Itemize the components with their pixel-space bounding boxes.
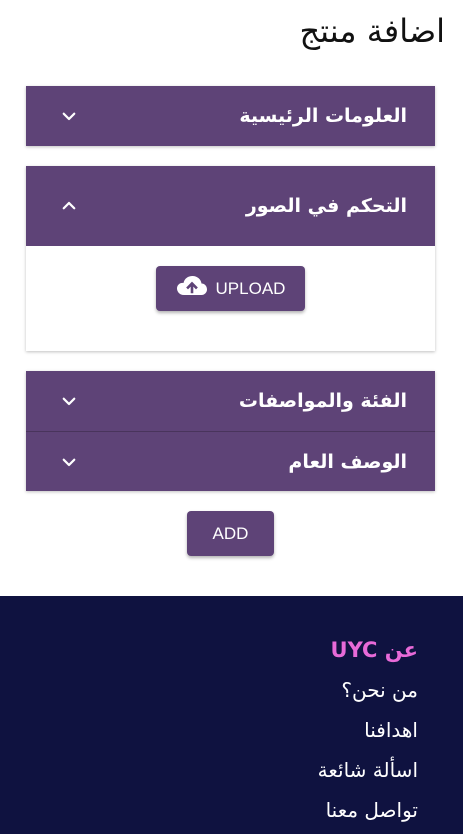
chevron-down-icon: [60, 107, 78, 125]
accordion-image-control: التحكم في الصور UPLOAD: [26, 166, 435, 351]
accordion-group: الفئة والمواصفات الوصف العام: [26, 371, 435, 491]
accordion-label: العلومات الرئيسية: [239, 105, 407, 127]
accordion-main-info: العلومات الرئيسية: [26, 86, 435, 146]
cloud-upload-icon: [176, 274, 208, 303]
footer: عن UYC من نحن؟ اهدافنا اسألة شائعة تواصل…: [0, 596, 463, 834]
footer-link-faq[interactable]: اسألة شائعة: [318, 758, 418, 782]
page-title: اضافة منتج: [299, 12, 445, 50]
add-button[interactable]: ADD: [187, 511, 274, 556]
accordion-label: الفئة والمواصفات: [238, 390, 407, 412]
accordion-header-image-control[interactable]: التحكم في الصور: [26, 166, 435, 246]
accordion-label: الوصف العام: [288, 450, 407, 473]
chevron-up-icon: [60, 197, 78, 215]
chevron-down-icon: [60, 453, 78, 471]
footer-link-about-us[interactable]: من نحن؟: [341, 678, 418, 702]
chevron-down-icon: [60, 392, 78, 410]
upload-label: UPLOAD: [215, 278, 286, 298]
upload-button[interactable]: UPLOAD: [156, 266, 305, 311]
accordion-body-image-control: UPLOAD: [26, 246, 435, 351]
footer-link-contact[interactable]: تواصل معنا: [326, 798, 418, 822]
accordion-header-main-info[interactable]: العلومات الرئيسية: [26, 86, 435, 146]
footer-heading: عن UYC: [330, 638, 418, 662]
accordion-header-general-description[interactable]: الوصف العام: [26, 432, 435, 491]
accordion-header-category-specs[interactable]: الفئة والمواصفات: [26, 371, 435, 431]
accordion-label: التحكم في الصور: [245, 195, 407, 217]
footer-link-our-goals[interactable]: اهدافنا: [364, 718, 418, 742]
